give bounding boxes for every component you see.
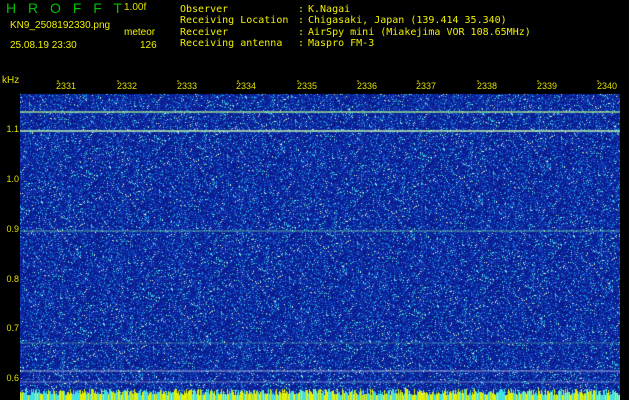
y-tick-label: 0.9 [6,224,19,234]
observer-value: K.Nagai [308,4,351,15]
x-tick-label: 2332 [116,81,139,91]
x-tick-label: 2337 [415,81,438,91]
antenna-label: Receiving antenna [180,38,283,49]
x-tick-label: 2335 [296,81,319,91]
y-tick-label: 1.1 [6,124,19,134]
observation-datetime: 25.08.19 23:30 [10,40,77,51]
antenna-colon: : [298,38,305,49]
x-tick-label: 2340 [596,81,619,91]
x-tick-label: 2331 [55,81,78,91]
receiver-label: Receiver [180,27,229,38]
y-tick-label: 0.8 [6,274,19,284]
y-tick-label: 0.7 [6,323,19,333]
x-tick-label: 2338 [476,81,499,91]
location-value: Chigasaki, Japan (139.414 35.340) [308,15,507,26]
version-label: 1.00f [124,2,147,13]
location-label: Receiving Location [180,15,289,26]
y-axis-unit: kHz [2,75,20,86]
meteor-label: meteor [124,27,156,38]
spectrogram [20,80,620,400]
x-tick-label: 2333 [176,81,199,91]
app-logo: H R O F F T [6,0,126,16]
file-name: KN9_2508192330.png [10,20,111,31]
observer-label: Observer [180,4,229,15]
hrofft-window: H R O F F T 1.00f KN9_2508192330.png met… [0,0,629,400]
x-tick-label: 2336 [356,81,379,91]
receiver-colon: : [298,27,305,38]
x-tick-label: 2334 [235,81,258,91]
meteor-count: 126 [140,40,157,51]
location-colon: : [298,15,305,26]
receiver-value: AirSpy mini (Miakejima VOR 108.65MHz) [308,27,531,38]
antenna-value: Maspro FM-3 [308,38,375,49]
y-tick-label: 0.6 [6,373,19,383]
observer-colon: : [298,4,305,15]
x-tick-label: 2339 [536,81,559,91]
y-tick-label: 1.0 [6,174,19,184]
